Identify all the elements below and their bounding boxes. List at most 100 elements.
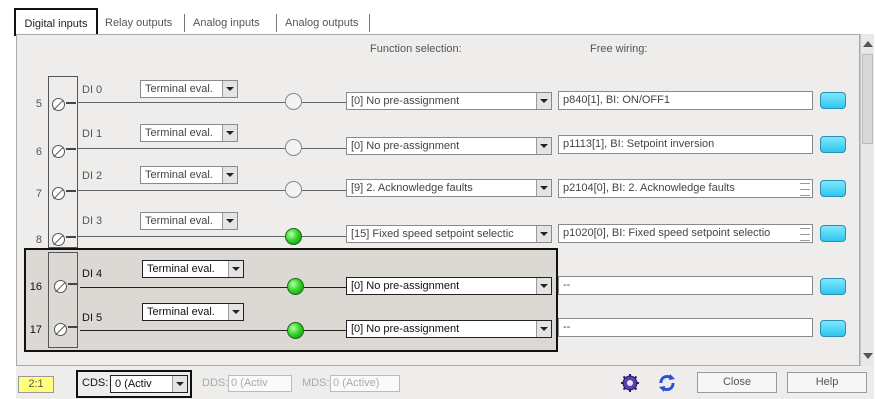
chevron-down-icon[interactable]: [222, 125, 237, 141]
connector-plug-icon[interactable]: [820, 136, 846, 153]
tab-separator: [184, 14, 185, 32]
chevron-down-icon[interactable]: [536, 180, 551, 196]
chevron-down-icon[interactable]: [228, 304, 243, 320]
terminal-screw-icon: [52, 233, 65, 246]
status-led-icon: [287, 322, 304, 339]
signal-line: [302, 190, 348, 191]
terminal-screw-icon: [54, 323, 67, 336]
function-select[interactable]: [0] No pre-assignment: [346, 277, 552, 295]
terminal-tick: [68, 283, 78, 285]
terminal-eval-select[interactable]: Terminal eval.: [140, 80, 238, 98]
terminal-number: 7: [35, 188, 42, 200]
chevron-down-icon[interactable]: [536, 138, 551, 154]
status-led-icon: [287, 278, 304, 295]
signal-line: [304, 330, 348, 331]
free-wiring-field[interactable]: p840[1], BI: ON/OFF1: [558, 91, 813, 110]
free-wiring-field[interactable]: --: [558, 318, 813, 337]
chevron-down-icon[interactable]: [536, 226, 551, 242]
scrollbar-thumb[interactable]: [862, 54, 873, 144]
cds-select[interactable]: 0 (Activ: [110, 375, 188, 393]
close-button[interactable]: Close: [697, 372, 777, 393]
chevron-down-icon[interactable]: [228, 261, 243, 277]
terminal-tick: [66, 236, 76, 238]
signal-line: [302, 236, 348, 237]
chevron-down-icon[interactable]: [172, 376, 187, 392]
dds-label: DDS:: [202, 377, 229, 389]
function-select[interactable]: [0] No pre-assignment: [346, 92, 552, 110]
terminal-eval-select[interactable]: Terminal eval.: [140, 124, 238, 142]
terminal-eval-select[interactable]: Terminal eval.: [142, 303, 244, 321]
connector-plug-icon[interactable]: [820, 320, 846, 337]
terminal-number: 5: [35, 98, 42, 110]
status-led-icon: [285, 228, 302, 245]
terminal-screw-icon: [52, 187, 65, 200]
function-select[interactable]: [15] Fixed speed setpoint selectic: [346, 225, 552, 243]
free-wiring-field[interactable]: p2104[0], BI: 2. Acknowledge faults: [558, 179, 813, 198]
di-label: DI 3: [82, 215, 103, 227]
free-wiring-field[interactable]: --: [558, 276, 813, 295]
terminal-number: 16: [29, 281, 42, 293]
chevron-down-icon[interactable]: [536, 93, 551, 109]
connector-plug-icon[interactable]: [820, 225, 846, 242]
free-wiring-field[interactable]: p1113[1], BI: Setpoint inversion: [558, 135, 813, 154]
status-led-icon: [285, 93, 302, 110]
di-label: DI 1: [82, 128, 103, 140]
terminal-number: 8: [35, 234, 42, 246]
refresh-icon[interactable]: [656, 372, 678, 394]
tab-separator: [276, 14, 277, 32]
dds-select: 0 (Activ: [228, 375, 292, 392]
tab-relay-outputs[interactable]: Relay outputs: [100, 12, 177, 34]
signal-line: [302, 148, 348, 149]
function-select[interactable]: [0] No pre-assignment: [346, 320, 552, 338]
spinner-icon[interactable]: [800, 228, 810, 241]
help-button[interactable]: Help: [787, 372, 867, 393]
chevron-down-icon[interactable]: [222, 213, 237, 229]
terminal-eval-select[interactable]: Terminal eval.: [140, 166, 238, 184]
signal-line: [78, 236, 286, 237]
signal-line: [80, 330, 288, 331]
terminal-screw-icon: [52, 145, 65, 158]
scroll-up-icon[interactable]: [863, 41, 873, 47]
vertical-scrollbar[interactable]: [860, 34, 874, 366]
terminal-tick: [66, 148, 76, 150]
function-select[interactable]: [9] 2. Acknowledge faults: [346, 179, 552, 197]
signal-line: [78, 148, 286, 149]
di-label: DI 5: [82, 312, 103, 324]
terminal-eval-select[interactable]: Terminal eval.: [142, 260, 244, 278]
gear-icon[interactable]: [620, 373, 640, 393]
terminal-tick: [66, 102, 76, 104]
tab-digital-inputs[interactable]: Digital inputs: [14, 8, 98, 36]
signal-line: [302, 102, 348, 103]
di-label: DI 4: [82, 268, 103, 280]
terminal-eval-select[interactable]: Terminal eval.: [140, 212, 238, 230]
signal-line: [80, 287, 288, 288]
free-wiring-field[interactable]: p1020[0], BI: Fixed speed setpoint selec…: [558, 224, 813, 243]
signal-line: [78, 190, 286, 191]
function-select[interactable]: [0] No pre-assignment: [346, 137, 552, 155]
chevron-down-icon[interactable]: [222, 81, 237, 97]
free-wiring-header: Free wiring:: [590, 43, 648, 55]
cds-label: CDS:: [82, 377, 109, 389]
chevron-down-icon[interactable]: [222, 167, 237, 183]
drive-object-id: 2:1: [18, 376, 54, 393]
mds-label: MDS:: [302, 377, 330, 389]
chevron-down-icon[interactable]: [536, 278, 551, 294]
di-label: DI 2: [82, 170, 103, 182]
terminal-tick: [66, 190, 76, 192]
scroll-down-icon[interactable]: [863, 353, 873, 359]
status-led-icon: [285, 181, 302, 198]
connector-plug-icon[interactable]: [820, 278, 846, 295]
chevron-down-icon[interactable]: [536, 321, 551, 337]
status-led-icon: [285, 139, 302, 156]
signal-line: [78, 102, 286, 103]
terminal-number: 6: [35, 146, 42, 158]
tab-analog-outputs[interactable]: Analog outputs: [280, 12, 363, 34]
spinner-icon[interactable]: [800, 183, 810, 196]
terminal-tick: [68, 326, 78, 328]
terminal-screw-icon: [52, 98, 65, 111]
tab-analog-inputs[interactable]: Analog inputs: [188, 12, 265, 34]
signal-line: [304, 287, 348, 288]
mds-select: 0 (Active): [330, 375, 400, 392]
connector-plug-icon[interactable]: [820, 180, 846, 197]
connector-plug-icon[interactable]: [820, 92, 846, 109]
